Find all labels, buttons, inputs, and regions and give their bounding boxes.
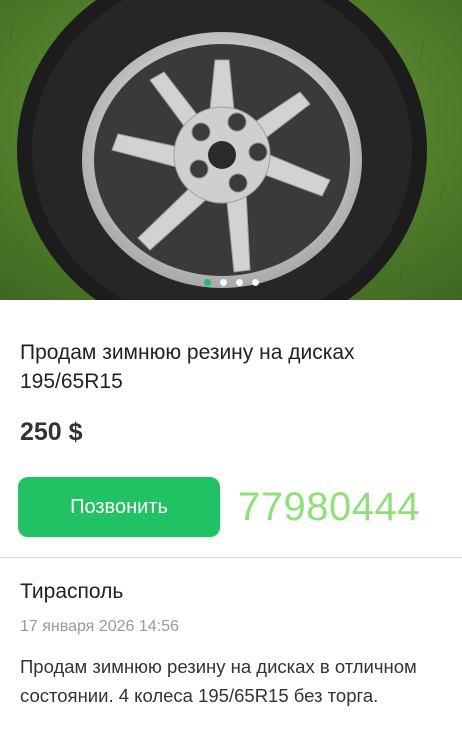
listing-city: Тирасполь bbox=[20, 580, 124, 603]
gallery-dot-active[interactable] bbox=[203, 279, 211, 286]
listing-price: 250 $ bbox=[20, 418, 83, 446]
gallery-dot[interactable] bbox=[219, 279, 227, 286]
phone-number[interactable]: 77980444 bbox=[238, 485, 420, 530]
gallery-dot[interactable] bbox=[251, 279, 259, 286]
listing-description: Продам зимнюю резину на дисках в отлично… bbox=[20, 656, 417, 706]
call-button[interactable]: Позвонить bbox=[18, 477, 220, 537]
listing-photo[interactable] bbox=[0, 0, 462, 300]
gallery-indicator bbox=[0, 279, 462, 286]
wheel-image bbox=[0, 0, 462, 300]
contact-row: Позвонить 77980444 bbox=[0, 447, 462, 537]
gallery-dot[interactable] bbox=[235, 279, 243, 286]
listing-date: 17 января 2026 14:56 bbox=[20, 618, 179, 635]
listing-title: Продам зимнюю резину на дисках 195/65R15 bbox=[20, 341, 355, 393]
